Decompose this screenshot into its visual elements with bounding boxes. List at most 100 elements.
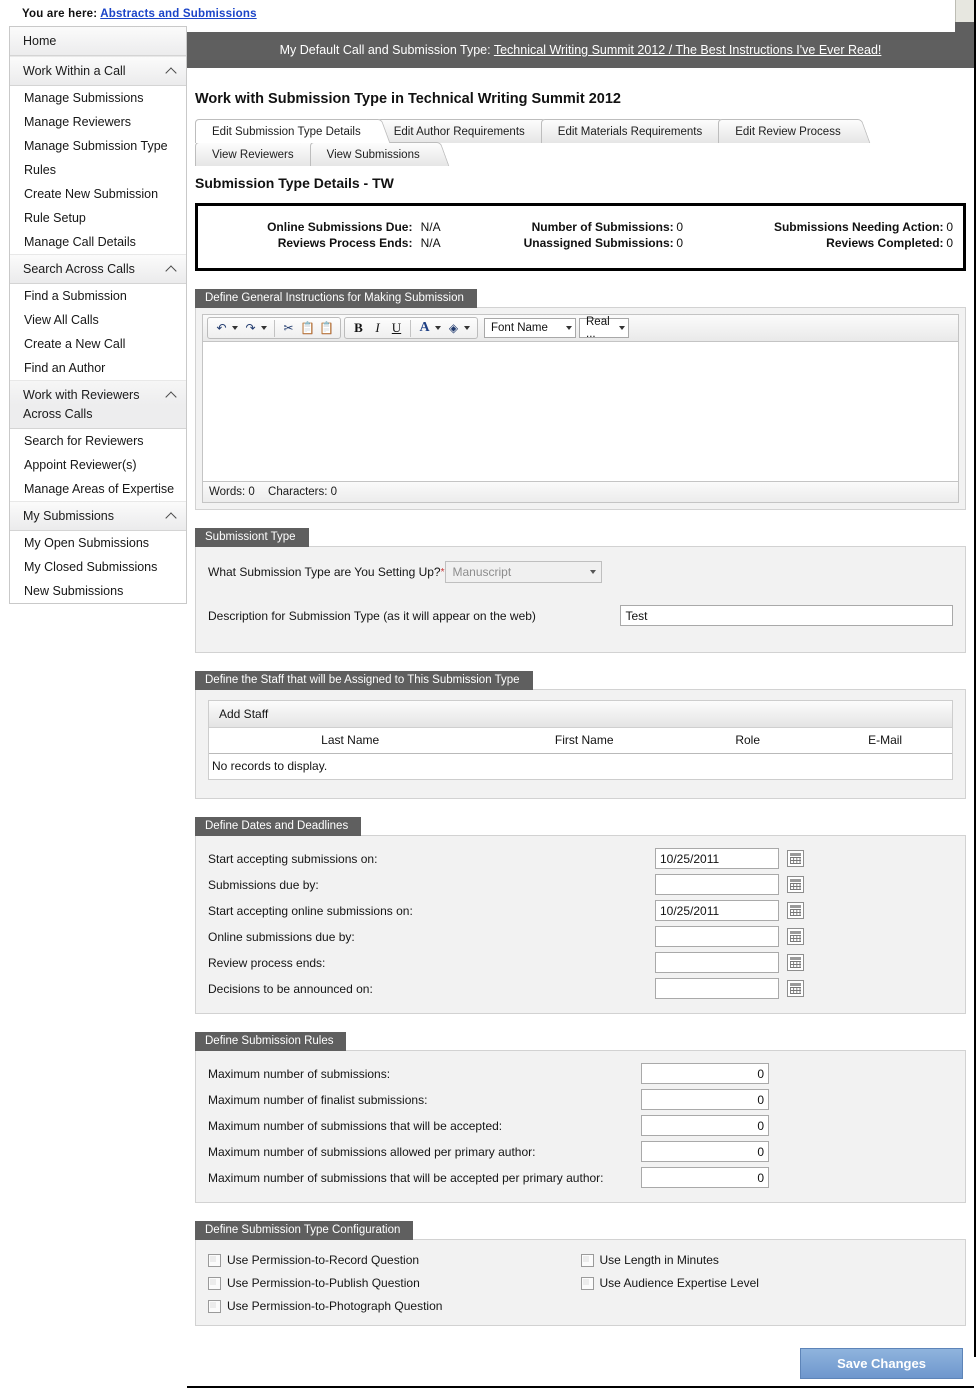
save-button-row: Save Changes bbox=[195, 1348, 963, 1379]
date-input-start-online[interactable] bbox=[655, 900, 779, 921]
redo-dropdown-icon[interactable] bbox=[261, 326, 267, 330]
sidebar-group-label-across-calls[interactable]: Across Calls bbox=[10, 405, 186, 429]
breadcrumb-link-abstracts-and-submissions[interactable]: Abstracts and Submissions bbox=[100, 8, 256, 20]
sidebar-item-appoint-reviewers[interactable]: Appoint Reviewer(s) bbox=[10, 453, 186, 477]
calendar-icon[interactable] bbox=[787, 954, 804, 971]
sidebar-group-work-within-a-call[interactable]: Work Within a Call bbox=[10, 56, 186, 86]
undo-icon[interactable]: ↶ bbox=[213, 319, 230, 337]
sidebar-item-my-closed-submissions[interactable]: My Closed Submissions bbox=[10, 555, 186, 579]
tab-view-submissions[interactable]: View Submissions bbox=[309, 142, 437, 166]
save-changes-button[interactable]: Save Changes bbox=[800, 1348, 963, 1379]
rule-input-max-accepted-per-author[interactable] bbox=[641, 1167, 769, 1188]
stats-row: Online Submissions Due: N/A Number of Su… bbox=[208, 219, 953, 235]
highlight-color-dropdown-icon[interactable] bbox=[464, 326, 470, 330]
date-label: Review process ends: bbox=[208, 955, 326, 970]
submission-type-select[interactable]: Manuscript bbox=[444, 561, 602, 583]
tab-edit-review-process[interactable]: Edit Review Process bbox=[718, 119, 858, 143]
sidebar-group-work-with-reviewers[interactable]: Work with Reviewers bbox=[10, 380, 186, 405]
default-call-link[interactable]: Technical Writing Summit 2012 / The Best… bbox=[494, 43, 882, 57]
calendar-icon[interactable] bbox=[787, 876, 804, 893]
checkbox-use-length-in-minutes[interactable]: Use Length in Minutes bbox=[580, 1253, 954, 1267]
checkbox-label: Use Permission-to-Publish Question bbox=[227, 1276, 420, 1290]
stat-value: 0 bbox=[676, 220, 684, 234]
undo-dropdown-icon[interactable] bbox=[232, 326, 238, 330]
checkbox-icon[interactable] bbox=[208, 1299, 221, 1313]
date-input-start-accepting[interactable] bbox=[655, 848, 779, 869]
rule-input-max-per-author[interactable] bbox=[641, 1141, 769, 1162]
sidebar-group-search-across-calls[interactable]: Search Across Calls bbox=[10, 254, 186, 284]
calendar-icon[interactable] bbox=[787, 980, 804, 997]
date-input-decisions-announced[interactable] bbox=[655, 978, 779, 999]
calendar-icon[interactable] bbox=[787, 928, 804, 945]
sidebar-item-manage-submissions[interactable]: Manage Submissions bbox=[10, 86, 186, 110]
panel-title: Define the Staff that will be Assigned t… bbox=[195, 671, 533, 690]
checkbox-icon[interactable] bbox=[208, 1253, 221, 1267]
rule-input-max-submissions[interactable] bbox=[641, 1063, 769, 1084]
stat-value: 0 bbox=[946, 236, 953, 250]
sidebar-item-manage-reviewers[interactable]: Manage Reviewers bbox=[10, 110, 186, 134]
sidebar-item-manage-areas-of-expertise[interactable]: Manage Areas of Expertise bbox=[10, 477, 186, 501]
cut-icon[interactable]: ✂ bbox=[280, 319, 297, 337]
editor-content-area[interactable] bbox=[202, 342, 959, 482]
calendar-icon[interactable] bbox=[787, 902, 804, 919]
redo-icon[interactable]: ↷ bbox=[242, 319, 259, 337]
font-size-select[interactable]: Real ... bbox=[579, 316, 629, 340]
sidebar-group-label: Search Across Calls bbox=[23, 262, 135, 276]
checkbox-permission-to-record[interactable]: Use Permission-to-Record Question bbox=[208, 1253, 581, 1267]
tab-label: View Reviewers bbox=[212, 149, 294, 161]
calendar-icon[interactable] bbox=[787, 850, 804, 867]
stat-spacer bbox=[683, 219, 705, 235]
sidebar-item-find-an-author[interactable]: Find an Author bbox=[10, 356, 186, 380]
sidebar-item-manage-submission-type[interactable]: Manage Submission Type bbox=[10, 134, 186, 158]
tab-view-reviewers[interactable]: View Reviewers bbox=[195, 142, 311, 166]
tab-edit-author-requirements[interactable]: Edit Author Requirements bbox=[376, 119, 542, 143]
date-input-submissions-due[interactable] bbox=[655, 874, 779, 895]
sidebar-item-create-a-new-call[interactable]: Create a New Call bbox=[10, 332, 186, 356]
sidebar-item-rules[interactable]: Rules bbox=[10, 158, 186, 182]
checkbox-use-audience-expertise[interactable]: Use Audience Expertise Level bbox=[580, 1276, 954, 1290]
column-header-email[interactable]: E-Mail bbox=[818, 733, 952, 747]
sidebar-item-view-all-calls[interactable]: View All Calls bbox=[10, 308, 186, 332]
bold-icon[interactable]: B bbox=[350, 319, 367, 337]
rule-input-max-accepted[interactable] bbox=[641, 1115, 769, 1136]
tab-edit-submission-type-details[interactable]: Edit Submission Type Details bbox=[195, 119, 378, 143]
sidebar-item-rule-setup[interactable]: Rule Setup bbox=[10, 206, 186, 230]
highlight-color-icon[interactable]: ◈ bbox=[445, 319, 462, 337]
date-input-online-due[interactable] bbox=[655, 926, 779, 947]
sidebar-item-find-a-submission[interactable]: Find a Submission bbox=[10, 284, 186, 308]
sidebar-group-my-submissions[interactable]: My Submissions bbox=[10, 501, 186, 531]
panel-type-configuration: Define Submission Type Configuration Use… bbox=[195, 1221, 966, 1326]
rule-input-max-finalist[interactable] bbox=[641, 1089, 769, 1110]
checkbox-icon[interactable] bbox=[208, 1276, 221, 1290]
checkbox-permission-to-photograph[interactable]: Use Permission-to-Photograph Question bbox=[208, 1299, 581, 1313]
font-name-select[interactable]: Font Name bbox=[484, 318, 576, 338]
sidebar-item-create-new-submission[interactable]: Create New Submission bbox=[10, 182, 186, 206]
checkbox-icon[interactable] bbox=[580, 1276, 594, 1290]
sidebar-item-search-for-reviewers[interactable]: Search for Reviewers bbox=[10, 429, 186, 453]
column-header-role[interactable]: Role bbox=[677, 733, 818, 747]
default-call-label: My Default Call and Submission Type: bbox=[279, 43, 491, 57]
font-color-dropdown-icon[interactable] bbox=[435, 326, 441, 330]
column-header-first-name[interactable]: First Name bbox=[491, 733, 677, 747]
date-input-review-ends[interactable] bbox=[655, 952, 779, 973]
stat-spacer bbox=[441, 235, 463, 251]
tab-edit-materials-requirements[interactable]: Edit Materials Requirements bbox=[540, 119, 720, 143]
checkbox-icon[interactable] bbox=[580, 1253, 594, 1267]
sidebar-item-new-submissions[interactable]: New Submissions bbox=[10, 579, 186, 603]
italic-icon[interactable]: I bbox=[369, 319, 386, 337]
underline-icon[interactable]: U bbox=[388, 319, 405, 337]
sidebar-group-label: Work with Reviewers bbox=[23, 388, 140, 402]
add-staff-button[interactable]: Add Staff bbox=[209, 701, 952, 728]
sidebar-item-manage-call-details[interactable]: Manage Call Details bbox=[10, 230, 186, 254]
sidebar-item-my-open-submissions[interactable]: My Open Submissions bbox=[10, 531, 186, 555]
config-column-right: Use Length in Minutes Use Audience Exper… bbox=[580, 1253, 954, 1313]
sidebar-item-home[interactable]: Home bbox=[10, 27, 186, 56]
description-input[interactable] bbox=[620, 605, 953, 626]
paste-icon[interactable]: 📋 bbox=[318, 319, 335, 337]
copy-icon[interactable]: 📋 bbox=[299, 319, 316, 337]
chevron-down-icon bbox=[619, 326, 625, 330]
column-header-last-name[interactable]: Last Name bbox=[209, 733, 491, 747]
stat-label: Number of Submissions: bbox=[531, 220, 674, 234]
font-color-icon[interactable]: A bbox=[416, 319, 433, 337]
checkbox-permission-to-publish[interactable]: Use Permission-to-Publish Question bbox=[208, 1276, 581, 1290]
